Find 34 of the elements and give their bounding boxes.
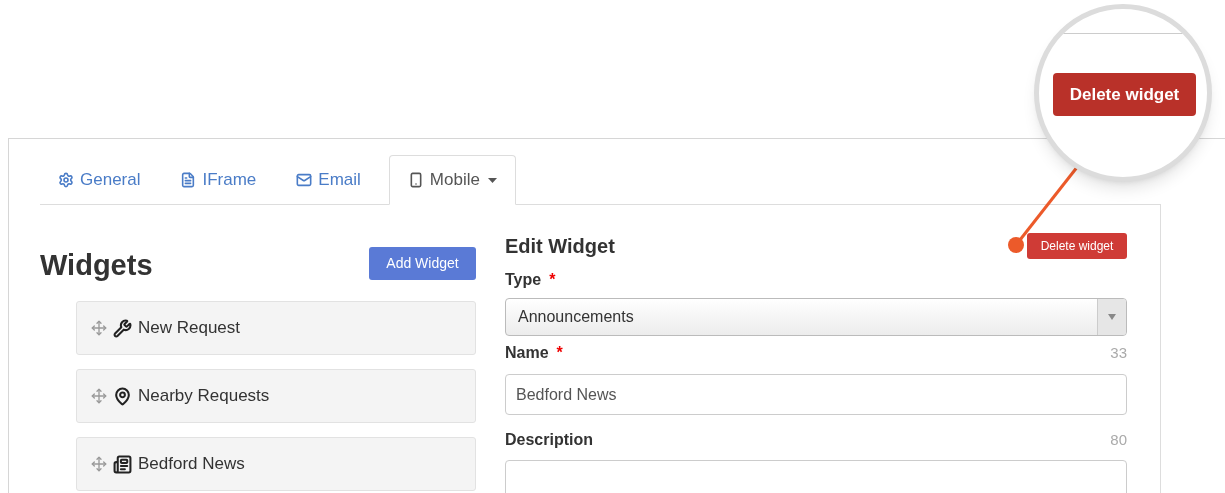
move-icon	[91, 456, 107, 472]
move-icon	[91, 320, 107, 336]
widgets-heading: Widgets	[40, 248, 153, 283]
character-counter: 33	[1110, 342, 1127, 363]
widget-item[interactable]: Nearby Requests	[76, 369, 476, 423]
add-widget-button[interactable]: Add Widget	[369, 247, 476, 280]
delete-widget-button[interactable]: Delete widget	[1053, 73, 1196, 116]
tab[interactable]: IFrame	[168, 155, 269, 204]
character-counter: 80	[1110, 429, 1127, 450]
tab[interactable]: Mobile	[388, 155, 516, 205]
select-value: Announcements	[517, 307, 635, 327]
wrench-icon	[113, 318, 132, 338]
edit-widget-heading: Edit Widget	[505, 234, 615, 258]
required-mark: *	[549, 270, 556, 290]
widget-label: New Request	[138, 317, 241, 340]
tab[interactable]: General	[46, 155, 153, 204]
tab[interactable]: Email	[284, 155, 373, 204]
move-icon	[91, 388, 107, 404]
delete-widget-button[interactable]: Delete widget	[1027, 233, 1127, 259]
name-input[interactable]: Bedford News	[505, 374, 1127, 415]
field-label: Name	[505, 343, 549, 363]
field-label: Description	[505, 430, 593, 450]
pin-icon	[113, 386, 132, 406]
type-select[interactable]: Announcements	[505, 298, 1127, 336]
required-mark: *	[556, 343, 563, 363]
widget-item[interactable]: New Request	[76, 301, 476, 355]
newspaper-icon	[113, 454, 132, 474]
field-label: Type	[505, 270, 542, 290]
gear-icon	[58, 171, 74, 188]
widget-label: Nearby Requests	[138, 385, 270, 408]
envelope-icon	[296, 171, 313, 188]
widget-item[interactable]: Bedford News	[76, 437, 476, 491]
document-icon	[180, 171, 197, 188]
widget-label: Bedford News	[138, 453, 245, 476]
